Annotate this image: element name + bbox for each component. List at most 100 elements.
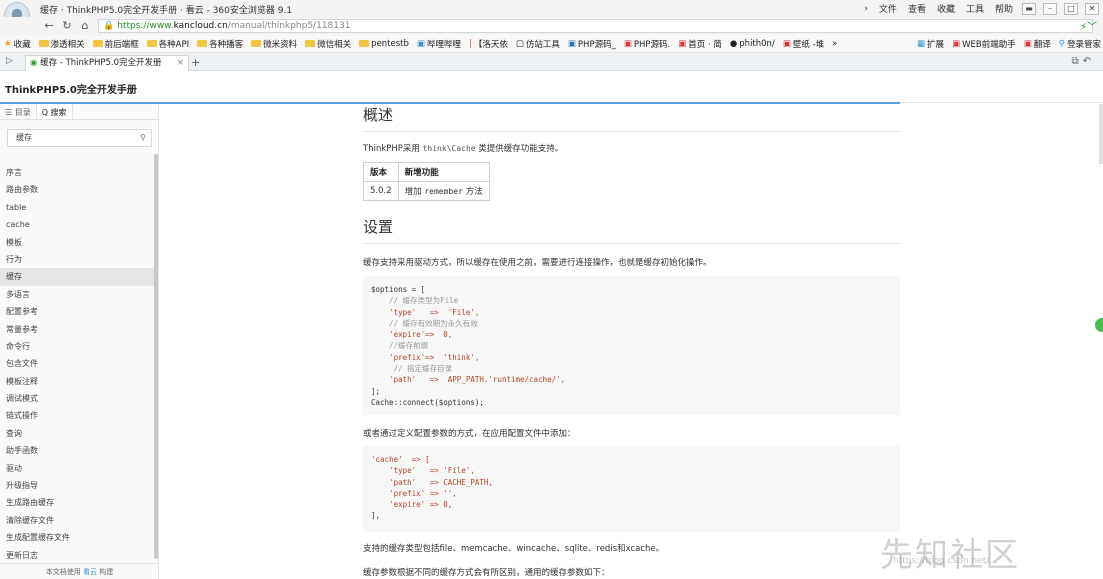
sidebar-scrollbar[interactable] xyxy=(154,154,158,559)
bookmark-item[interactable]: ▣ PHP源码. xyxy=(624,38,670,50)
page-icon: | xyxy=(468,38,472,49)
folder-icon xyxy=(38,40,49,47)
page-scrollbar[interactable] xyxy=(1099,104,1103,164)
bookmark-favorites[interactable]: ★ 收藏 xyxy=(4,38,31,50)
sidebar-item[interactable]: table xyxy=(0,199,154,216)
sidebar-item[interactable]: 模板 xyxy=(0,234,154,251)
code-line: // 指定缓存目录 xyxy=(371,364,453,374)
url-path: /manual/thinkphp5/118131 xyxy=(227,21,351,31)
minimize-icon[interactable]: – xyxy=(1043,2,1057,15)
sidebar-item[interactable]: 配置参考 xyxy=(0,303,154,320)
sidebar-item[interactable]: 命令行 xyxy=(0,338,154,355)
sidebar-item[interactable]: 驱动 xyxy=(0,460,154,477)
menu-help[interactable]: 帮助 xyxy=(993,1,1015,16)
translate-button[interactable]: ▣ 翻译 xyxy=(1024,38,1051,50)
sidebar-result-list: 序言 路由参数 table cache 模板 行为 缓存 多语言 配置参考 常量… xyxy=(0,164,154,564)
search-value: 缓存 xyxy=(16,133,32,142)
tab-active[interactable]: ◉ 缓存 - ThinkPHP5.0完全开发册 × xyxy=(25,55,189,71)
bookmark-item[interactable]: 渗透相关 xyxy=(38,38,85,50)
menu-view[interactable]: 查看 xyxy=(906,1,928,16)
back-arrow-icon[interactable]: ← xyxy=(43,19,55,32)
table-cell: 5.0.2 xyxy=(363,181,399,201)
menu-tools[interactable]: 工具 xyxy=(964,1,986,16)
translate-icon: ▣ xyxy=(1023,39,1032,49)
url-host: kancloud.cn xyxy=(173,21,228,31)
bookmark-item[interactable]: ▣ 哔哩哔哩 xyxy=(417,38,461,50)
menu-file[interactable]: 文件 xyxy=(877,1,899,16)
sidebar-item[interactable]: 调试模式 xyxy=(0,390,154,407)
code-line: 'prefix'=> 'think', xyxy=(371,352,480,362)
close-icon[interactable]: ✕ xyxy=(1085,2,1099,15)
sidebar-item[interactable]: 更新日志 xyxy=(0,547,154,564)
sidebar-item[interactable]: 序言 xyxy=(0,164,154,181)
bookmarks-more[interactable]: » xyxy=(832,39,837,49)
footer-link[interactable]: 看云 xyxy=(83,568,97,576)
bookmark-item[interactable]: ▣ 首页 · 简 xyxy=(678,38,722,50)
skin-icon[interactable]: ▬ xyxy=(1022,2,1036,15)
bookmark-item[interactable]: 各种播客 xyxy=(197,38,243,50)
sidebar-item[interactable]: 生成配置缓存文件 xyxy=(0,529,154,546)
window-title: 缓存 · ThinkPHP5.0完全开发手册 · 看云 - 360安全浏览器 9… xyxy=(40,6,293,16)
sidebar-item[interactable]: 行为 xyxy=(0,251,154,268)
params-text: 缓存参数根据不同的缓存方式会有所区别，通用的缓存参数如下： xyxy=(363,568,610,578)
tab-restore-icon[interactable]: ⧉↶ xyxy=(1071,56,1095,67)
url-input[interactable]: 🔒 https://www.kancloud.cn/manual/thinkphp… xyxy=(98,19,1093,33)
sidebar-item[interactable]: 生成路由缓存 xyxy=(0,494,154,511)
sidebar-item[interactable]: 常量参考 xyxy=(0,321,154,338)
window-titlebar: 缓存 · ThinkPHP5.0完全开发手册 · 看云 - 360安全浏览器 9… xyxy=(0,0,1103,30)
sidebar-item[interactable]: 包含文件 xyxy=(0,355,154,372)
tab-close-icon[interactable]: × xyxy=(177,56,184,70)
floating-action-icon[interactable] xyxy=(1095,318,1103,332)
sidebar-item[interactable]: 链式操作 xyxy=(0,407,154,424)
settings-text: 缓存支持采用驱动方式，所以缓存在使用之前，需要进行连接操作，也就是缓存初始化操作… xyxy=(363,258,712,268)
sidebar-item[interactable]: 路由参数 xyxy=(0,181,154,198)
page-icon: ▢ xyxy=(515,38,524,49)
sidebar-search-input[interactable]: 缓存 ⚲ xyxy=(7,129,152,147)
grid-icon: ▦ xyxy=(917,39,926,49)
home-icon[interactable]: ⌂ xyxy=(79,19,91,32)
bookmark-item[interactable]: ▣ PHP源码_ xyxy=(568,38,616,50)
bookmark-item[interactable]: 微米资料 xyxy=(251,38,297,50)
search-icon[interactable]: ⚲ xyxy=(140,130,146,146)
folder-icon xyxy=(146,40,157,47)
lightning-icon[interactable]: ⚡﹀ xyxy=(1080,18,1097,33)
sidebar-item[interactable]: 模板注释 xyxy=(0,373,154,390)
login-manager-button[interactable]: ⚲ 登录管家 xyxy=(1059,38,1101,50)
bookmark-item[interactable]: ● phith0n/ xyxy=(730,39,775,49)
sidebar-item[interactable]: 升级指导 xyxy=(0,477,154,494)
tab-bar: ▷ ◉ 缓存 - ThinkPHP5.0完全开发册 × + ⧉↶ xyxy=(0,53,1103,71)
divider xyxy=(363,243,900,244)
maximize-icon[interactable]: □ xyxy=(1064,2,1078,15)
chevron-right-icon[interactable]: › xyxy=(862,3,870,15)
page-header: ThinkPHP5.0完全开发手册 xyxy=(0,71,1103,104)
sidebar-item[interactable]: cache xyxy=(0,216,154,233)
bookmark-item[interactable]: 前后端框 xyxy=(92,38,139,50)
extensions-button[interactable]: ▦ 扩展 xyxy=(917,38,944,50)
new-tab-button[interactable]: + xyxy=(191,56,200,69)
sidebar-item[interactable]: 查询 xyxy=(0,425,154,442)
tab-favicon-icon: ◉ xyxy=(30,58,38,68)
sidebar-item[interactable]: 助手函数 xyxy=(0,442,154,459)
menu-favorites[interactable]: 收藏 xyxy=(935,1,957,16)
bookmark-item[interactable]: 微信相关 xyxy=(305,38,351,50)
sidebar-item[interactable]: 多语言 xyxy=(0,286,154,303)
folder-icon xyxy=(251,40,262,47)
web-helper-button[interactable]: ▣ WEB前端助手 xyxy=(952,38,1016,50)
sidebar-item-active[interactable]: 缓存 xyxy=(0,268,154,286)
bookmark-item[interactable]: 各种API xyxy=(146,38,189,50)
tab-search[interactable]: Q 搜索 xyxy=(35,104,73,119)
sidebar-toggle-icon[interactable]: ▷ xyxy=(6,56,13,66)
sidebar-item[interactable]: 清除缓存文件 xyxy=(0,512,154,529)
refresh-icon[interactable]: ↻ xyxy=(61,19,73,32)
bookmark-item[interactable]: pentestb xyxy=(359,39,409,49)
page-icon: ▣ xyxy=(678,38,687,49)
bookmark-item[interactable]: ▣ 壁纸 -堆 xyxy=(783,38,824,50)
tab-toc[interactable]: ☰ 目录 xyxy=(0,104,36,119)
code-line: 'cache' => [ xyxy=(371,455,430,464)
bookmark-item[interactable]: | 【洛天依 xyxy=(469,38,508,50)
github-icon: ● xyxy=(729,38,738,49)
divider xyxy=(363,131,900,132)
code-line: ]; xyxy=(371,386,381,396)
bookmark-item[interactable]: ▢ 仿站工具 xyxy=(516,38,560,50)
code-line: ], xyxy=(371,511,381,521)
